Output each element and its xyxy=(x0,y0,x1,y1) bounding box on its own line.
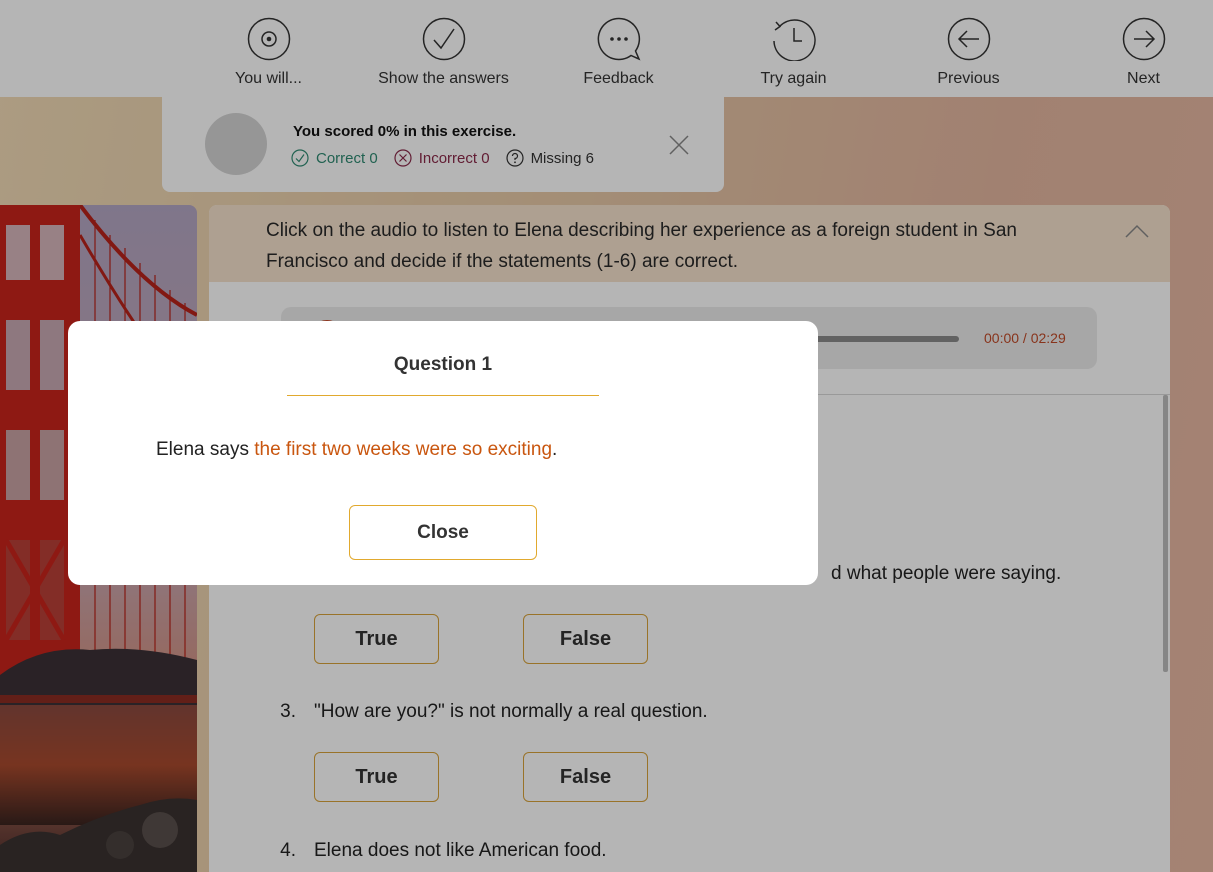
modal-title: Question 1 xyxy=(393,354,493,375)
modal-body-prefix: Elena says xyxy=(156,439,255,460)
modal-body-suffix: . xyxy=(552,439,558,460)
modal-title-underline xyxy=(287,395,599,396)
modal-body-highlight: the first two weeks were so exciting xyxy=(254,439,553,460)
question-modal: Question 1 Elena says the first two week… xyxy=(68,321,818,585)
close-button[interactable]: Close xyxy=(349,505,537,560)
modal-body: Elena says the first two weeks were so e… xyxy=(156,439,557,461)
